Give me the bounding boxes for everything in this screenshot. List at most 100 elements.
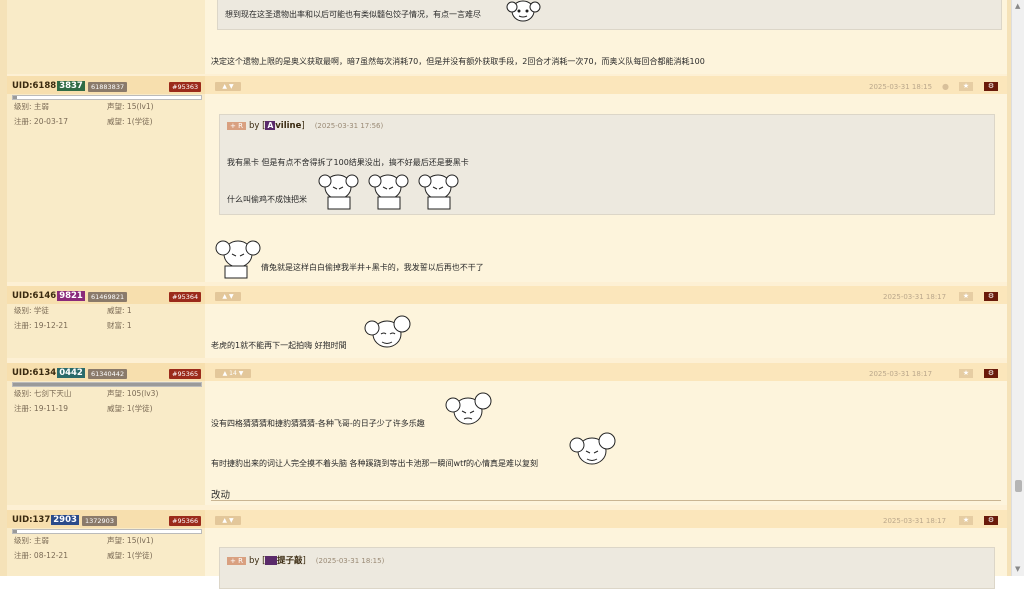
register-value: 19-12-21 — [33, 321, 68, 330]
sticker-face-group — [318, 174, 459, 210]
uid-prefix: UID:137 — [12, 515, 51, 525]
post-content: 想到现在这圣遗物出率和以后可能也有类似髓包饺子情况，有点一言难尽 决定这个遗物上… — [205, 0, 1007, 74]
scrollbar[interactable]: ▲ ▼ — [1011, 0, 1024, 576]
page-left-border — [0, 0, 7, 576]
level-label: 级别: 七剑下天山 — [14, 388, 71, 399]
uid-highlight: 9821 — [57, 291, 85, 301]
level-label: 级别: 主弱 — [14, 535, 49, 546]
level-value: 七剑下天山 — [33, 389, 72, 398]
level-bar — [12, 95, 202, 100]
register-label: 注册: 20-03-17 — [14, 116, 68, 127]
quote-header: + Rby [Aviline] (2025-03-31 17:56) — [227, 121, 383, 131]
star-icon[interactable]: ★ — [959, 292, 973, 301]
quote-block: + Rby [Aviline] (2025-03-31 17:56) 我有黑卡 但… — [219, 114, 995, 215]
label-text: 声望: — [107, 102, 125, 111]
uid-prefix: UID:6188 — [12, 81, 57, 91]
scroll-down-icon[interactable]: ▼ — [1015, 565, 1020, 573]
user-uid[interactable]: UID:137 2903 — [12, 515, 79, 525]
vote-buttons[interactable]: ▲ ▼ — [215, 292, 241, 301]
level-value: 学徒 — [33, 306, 49, 315]
gear-icon[interactable]: ⚙ — [984, 82, 998, 91]
scroll-thumb[interactable] — [1015, 480, 1022, 492]
uid-badge[interactable]: 61883837 — [88, 82, 128, 92]
post-number[interactable]: #95363 — [169, 82, 202, 92]
uid-highlight: 0442 — [57, 368, 85, 378]
quote-line: 我有黑卡 但是有点不舍得拆了100结果没出，搞不好最后还是要黑卡 — [227, 158, 469, 167]
sticker-face — [445, 392, 492, 425]
post-95366: UID:137 2903 1372903 #95366 级别: 主弱 声望: 15… — [7, 510, 1007, 589]
post-date: 2025-03-31 18:17 — [883, 293, 947, 301]
gear-icon[interactable]: ⚙ — [984, 516, 998, 525]
vote-buttons[interactable]: ▲ 14 ▼ — [215, 369, 251, 378]
post-prev: 想到现在这圣遗物出率和以后可能也有类似髓包饺子情况，有点一言难尽 决定这个遗物上… — [7, 0, 1007, 74]
post-body: 倩兔就是这样白白偷掉我半井+黑卡的，我发誓以后再也不干了 — [261, 263, 484, 272]
label-text: 声望: — [107, 389, 125, 398]
prestige-value: 15(lv1) — [126, 102, 154, 111]
post-95364: UID:6146 9821 61469821 #95364 级别: 学徒 威望: … — [7, 286, 1007, 358]
register-label: 注册: 08-12-21 — [14, 550, 68, 561]
post-number[interactable]: #95366 — [169, 516, 202, 526]
level-label: 级别: 学徒 — [14, 305, 49, 316]
prestige-label: 声望: 15(lv1) — [107, 535, 154, 546]
user-uid[interactable]: UID:6146 9821 — [12, 291, 85, 301]
quote-block: + Rby [ 提子敲] (2025-03-31 18:15) — [219, 547, 995, 589]
sticker-face — [569, 432, 616, 465]
page: 想到现在这圣遗物出率和以后可能也有类似髓包饺子情况，有点一言难尽 决定这个遗物上… — [0, 0, 1011, 589]
register-value: 08-12-21 — [33, 551, 68, 560]
android-icon: ● — [942, 82, 949, 91]
quote-block: 想到现在这圣遗物出率和以后可能也有类似髓包饺子情况，有点一言难尽 — [217, 0, 1002, 30]
authority-label: 威望: 1(学徒) — [107, 403, 153, 414]
level-bar — [12, 529, 202, 534]
uid-badge[interactable]: 1372903 — [82, 516, 117, 526]
quote-header: + Rby [ 提子敲] (2025-03-31 18:15) — [227, 554, 384, 566]
label-text: 威望: — [107, 404, 125, 413]
quote-close: ] — [302, 556, 306, 566]
quote-tag-label: R — [238, 122, 243, 130]
quote-user[interactable]: 提子敲 — [277, 556, 303, 566]
edit-label: 改动 — [211, 490, 231, 501]
prestige-value: 15(lv1) — [126, 536, 154, 545]
quote-date: (2025-03-31 18:15) — [315, 557, 385, 565]
star-icon[interactable]: ★ — [959, 82, 973, 91]
plus-sign: + — [230, 122, 236, 130]
level-label: 级别: 主弱 — [14, 101, 49, 112]
wealth-label-text: 财富: — [107, 321, 125, 330]
quote-date: (2025-03-31 17:56) — [314, 122, 384, 130]
sticker-face — [506, 0, 541, 22]
user-panel — [7, 0, 205, 74]
register-label: 注册: 19-11-19 — [14, 403, 68, 414]
authority-value: 1 — [126, 306, 132, 315]
quote-tag: + R — [227, 557, 246, 565]
post-number[interactable]: #95365 — [169, 369, 202, 379]
quote-by: by [ — [248, 121, 266, 131]
post-date: 2025-03-31 18:15 — [869, 83, 933, 91]
uid-badge[interactable]: 61340442 — [88, 369, 128, 379]
post-line: 有时捷豹出来的词让人完全摸不着头脑 各种蹊跷到等出卡池那一瞬间wtf的心情真是难… — [211, 459, 539, 468]
label-text: 注册: — [14, 117, 32, 126]
authority-value: 1(学徒) — [126, 551, 153, 560]
label-text: 级别: — [14, 306, 32, 315]
uid-badge[interactable]: 61469821 — [88, 292, 128, 302]
scroll-up-icon[interactable]: ▲ — [1015, 2, 1020, 10]
vote-buttons[interactable]: ▲ ▼ — [215, 82, 241, 91]
post-number[interactable]: #95364 — [169, 292, 202, 302]
register-label: 注册: 19-12-21 — [14, 320, 68, 331]
user-uid[interactable]: UID:6188 3837 — [12, 81, 85, 91]
wealth-value: 1 — [126, 321, 132, 330]
wealth-label: 财富: 1 — [107, 320, 132, 331]
authority-value: 1(学徒) — [126, 404, 153, 413]
level-bar — [12, 382, 202, 387]
label-text: 级别: — [14, 536, 32, 545]
quote-user[interactable]: viline — [275, 121, 301, 131]
gear-icon[interactable]: ⚙ — [984, 369, 998, 378]
user-uid[interactable]: UID:6134 0442 — [12, 368, 85, 378]
quote-text: 想到现在这圣遗物出率和以后可能也有类似髓包饺子情况，有点一言难尽 — [225, 10, 481, 19]
quote-tag: + R — [227, 122, 246, 130]
star-icon[interactable]: ★ — [959, 369, 973, 378]
gear-icon[interactable]: ⚙ — [984, 292, 998, 301]
label-text: 注册: — [14, 404, 32, 413]
sticker-face — [215, 240, 261, 279]
vote-buttons[interactable]: ▲ ▼ — [215, 516, 241, 525]
authority-label: 威望: 1(学徒) — [107, 116, 153, 127]
star-icon[interactable]: ★ — [959, 516, 973, 525]
